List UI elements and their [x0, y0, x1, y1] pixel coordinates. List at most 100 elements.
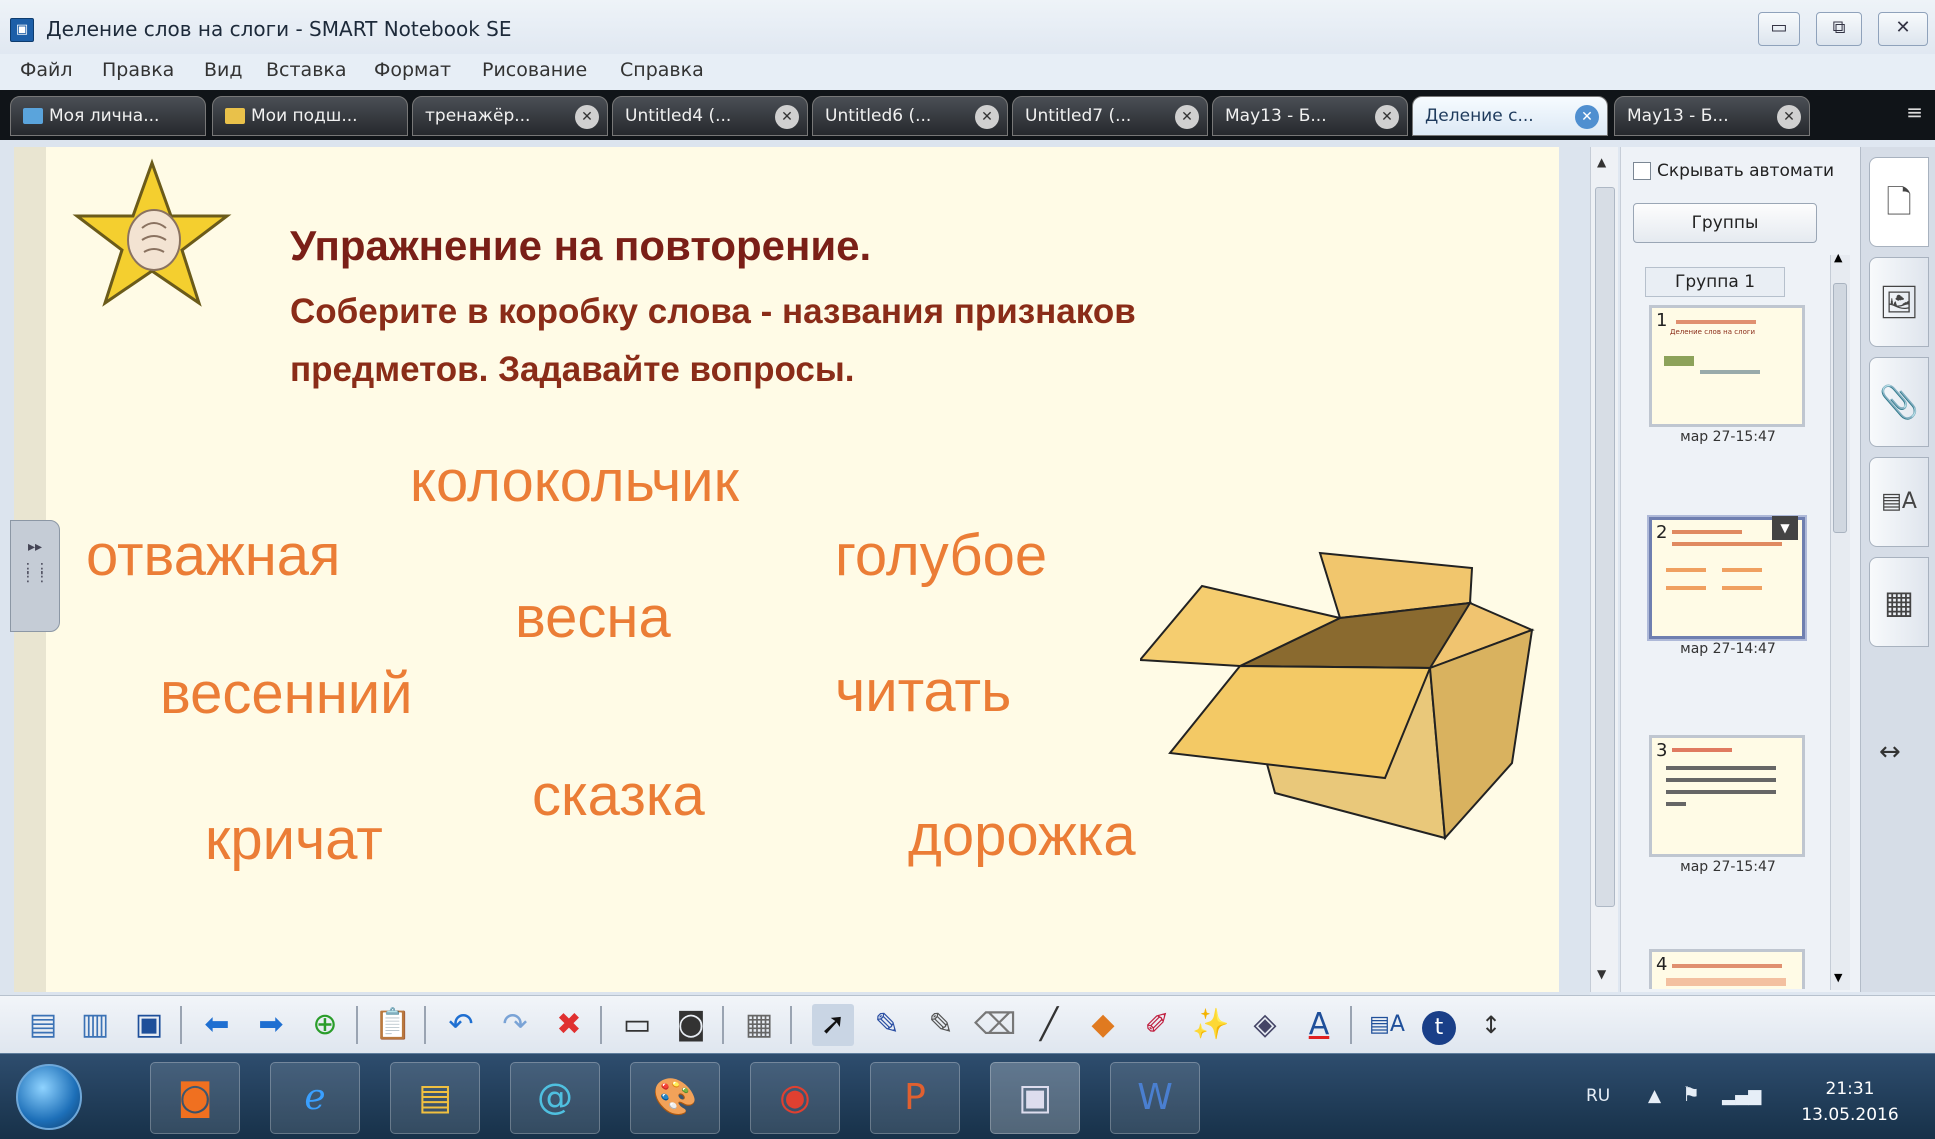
- scroll-down-icon[interactable]: ▼: [1834, 971, 1842, 984]
- tab-untitled4[interactable]: Untitled4 (... ✕: [612, 96, 808, 136]
- taskbar-ie-icon[interactable]: ℯ: [270, 1062, 360, 1134]
- redo-icon[interactable]: ↷: [494, 1004, 536, 1046]
- word-otvazhnaya[interactable]: отважная: [86, 522, 340, 589]
- attachments-paperclip-icon[interactable]: 📎: [1869, 357, 1929, 447]
- page-menu-dropdown-icon[interactable]: ▼: [1772, 516, 1798, 540]
- next-page-icon[interactable]: ➡: [250, 1004, 292, 1046]
- tab-my-subscriptions[interactable]: Мои подш...: [212, 96, 408, 136]
- tab-close-icon[interactable]: ✕: [1375, 105, 1399, 129]
- paste-icon[interactable]: 📋: [372, 1004, 414, 1046]
- page-thumbnail-2[interactable]: 2 ▼: [1649, 516, 1805, 639]
- star-hand-icon[interactable]: [72, 158, 232, 308]
- word-skazka[interactable]: сказка: [532, 762, 705, 829]
- creative-pen-icon[interactable]: ✎: [920, 1004, 962, 1046]
- language-indicator[interactable]: RU: [1586, 1086, 1610, 1106]
- taskbar-explorer-icon[interactable]: ▤: [390, 1062, 480, 1134]
- taskbar-paint-icon[interactable]: 🎨: [630, 1062, 720, 1134]
- side-panel-toggle[interactable]: ▸▸ ⋮⋮ ⋮⋮: [10, 520, 60, 632]
- addons-tab-icon[interactable]: ▦: [1869, 557, 1929, 647]
- page-thumbnail-4[interactable]: 4: [1649, 949, 1805, 989]
- word-dorozhka[interactable]: дорожка: [908, 802, 1136, 869]
- tab-overflow-icon[interactable]: ≡: [1906, 100, 1923, 124]
- scroll-up-icon[interactable]: ▲: [1597, 155, 1606, 169]
- taskbar-media-icon[interactable]: ◙: [150, 1062, 240, 1134]
- resize-arrows-icon[interactable]: ↔: [1879, 737, 1901, 767]
- tab-close-icon[interactable]: ✕: [975, 105, 999, 129]
- tab-close-icon[interactable]: ✕: [1777, 105, 1801, 129]
- move-toolbar-icon[interactable]: ↕: [1470, 1004, 1512, 1046]
- page-thumbnail-1[interactable]: 1 Деление слов на слоги: [1649, 305, 1805, 427]
- menu-view[interactable]: Вид: [204, 59, 243, 81]
- menu-draw[interactable]: Рисование: [482, 59, 587, 81]
- taskbar-smart-notebook-icon[interactable]: ▣: [990, 1062, 1080, 1134]
- open-file-icon[interactable]: ▥: [74, 1004, 116, 1046]
- info-icon[interactable]: t: [1418, 1004, 1460, 1046]
- tab-may13-second[interactable]: May13 - Б... ✕: [1614, 96, 1810, 136]
- tab-my-content[interactable]: Моя лична...: [10, 96, 206, 136]
- autohide-checkbox[interactable]: Скрывать автомати: [1633, 161, 1834, 181]
- tab-delenie-active[interactable]: Деление с... ✕: [1412, 96, 1608, 136]
- scroll-thumb[interactable]: [1595, 187, 1615, 907]
- menu-insert[interactable]: Вставка: [266, 59, 347, 81]
- tab-may13-first[interactable]: May13 - Б... ✕: [1212, 96, 1408, 136]
- tab-untitled6[interactable]: Untitled6 (... ✕: [812, 96, 1008, 136]
- tray-expand-icon[interactable]: ▲: [1648, 1086, 1661, 1106]
- undo-icon[interactable]: ↶: [440, 1004, 482, 1046]
- properties-icon[interactable]: ▤A: [1366, 1004, 1408, 1046]
- text-icon[interactable]: A: [1298, 1004, 1340, 1046]
- tab-close-icon[interactable]: ✕: [775, 105, 799, 129]
- word-krichat[interactable]: кричат: [205, 806, 383, 873]
- scroll-down-icon[interactable]: ▼: [1597, 967, 1606, 981]
- shape-recognition-pen-icon[interactable]: ✐: [1136, 1004, 1178, 1046]
- shapes-icon[interactable]: ◆: [1082, 1004, 1124, 1046]
- restore-button[interactable]: ⧉: [1816, 12, 1862, 46]
- new-file-icon[interactable]: ▤: [22, 1004, 64, 1046]
- page-sorter-tab-icon[interactable]: 🗋: [1869, 157, 1929, 247]
- select-arrow-icon[interactable]: ➚: [812, 1004, 854, 1046]
- start-button[interactable]: [16, 1064, 82, 1130]
- page-thumbnail-3[interactable]: 3: [1649, 735, 1805, 857]
- tab-close-icon[interactable]: ✕: [1175, 105, 1199, 129]
- properties-tab-icon[interactable]: ▤A: [1869, 457, 1929, 547]
- taskbar-chrome-icon[interactable]: ◉: [750, 1062, 840, 1134]
- previous-page-icon[interactable]: ⬅: [196, 1004, 238, 1046]
- sorter-scroll-thumb[interactable]: [1833, 283, 1847, 533]
- network-flag-icon[interactable]: ⚑: [1682, 1082, 1700, 1106]
- taskbar-word-icon[interactable]: W: [1110, 1062, 1200, 1134]
- sorter-scrollbar[interactable]: ▲ ▼: [1830, 251, 1850, 990]
- signal-icon[interactable]: ▂▄▆: [1722, 1086, 1761, 1106]
- menu-format[interactable]: Формат: [374, 59, 451, 81]
- gallery-tab-icon[interactable]: 🖼: [1869, 257, 1929, 347]
- scroll-up-icon[interactable]: ▲: [1834, 251, 1842, 264]
- save-icon[interactable]: ▣: [128, 1004, 170, 1046]
- groups-button[interactable]: Группы: [1633, 203, 1817, 243]
- taskbar-powerpoint-icon[interactable]: P: [870, 1062, 960, 1134]
- open-box-icon[interactable]: [1140, 548, 1545, 848]
- tab-close-icon[interactable]: ✕: [575, 105, 599, 129]
- word-goluboe[interactable]: голубое: [835, 522, 1047, 589]
- pen-icon[interactable]: ✎: [866, 1004, 908, 1046]
- line-icon[interactable]: ╱: [1028, 1004, 1070, 1046]
- fill-icon[interactable]: ◈: [1244, 1004, 1286, 1046]
- minimize-button[interactable]: ▭: [1758, 12, 1800, 46]
- menu-help[interactable]: Справка: [620, 59, 704, 81]
- screen-shade-icon[interactable]: ▭: [616, 1004, 658, 1046]
- tab-close-icon[interactable]: ✕: [1575, 105, 1599, 129]
- table-icon[interactable]: ▦: [738, 1004, 780, 1046]
- capture-icon[interactable]: ◙: [670, 1004, 712, 1046]
- tab-untitled7[interactable]: Untitled7 (... ✕: [1012, 96, 1208, 136]
- close-window-button[interactable]: ✕: [1878, 12, 1928, 46]
- checkbox-icon[interactable]: [1633, 162, 1651, 180]
- taskbar-mail-icon[interactable]: @: [510, 1062, 600, 1134]
- menu-edit[interactable]: Правка: [102, 59, 174, 81]
- system-clock[interactable]: 21:31 13.05.2016: [1795, 1076, 1905, 1128]
- delete-icon[interactable]: ✖: [548, 1004, 590, 1046]
- word-vesna[interactable]: весна: [515, 584, 671, 651]
- menu-file[interactable]: Файл: [20, 59, 73, 81]
- slide-scrollbar[interactable]: ▲ ▼: [1590, 147, 1618, 992]
- magic-pen-icon[interactable]: ✨: [1190, 1004, 1232, 1046]
- word-vesenniy[interactable]: весенний: [160, 660, 413, 727]
- tab-trainer[interactable]: тренажёр... ✕: [412, 96, 608, 136]
- eraser-icon[interactable]: ⌫: [974, 1004, 1016, 1046]
- add-page-icon[interactable]: ⊕: [304, 1004, 346, 1046]
